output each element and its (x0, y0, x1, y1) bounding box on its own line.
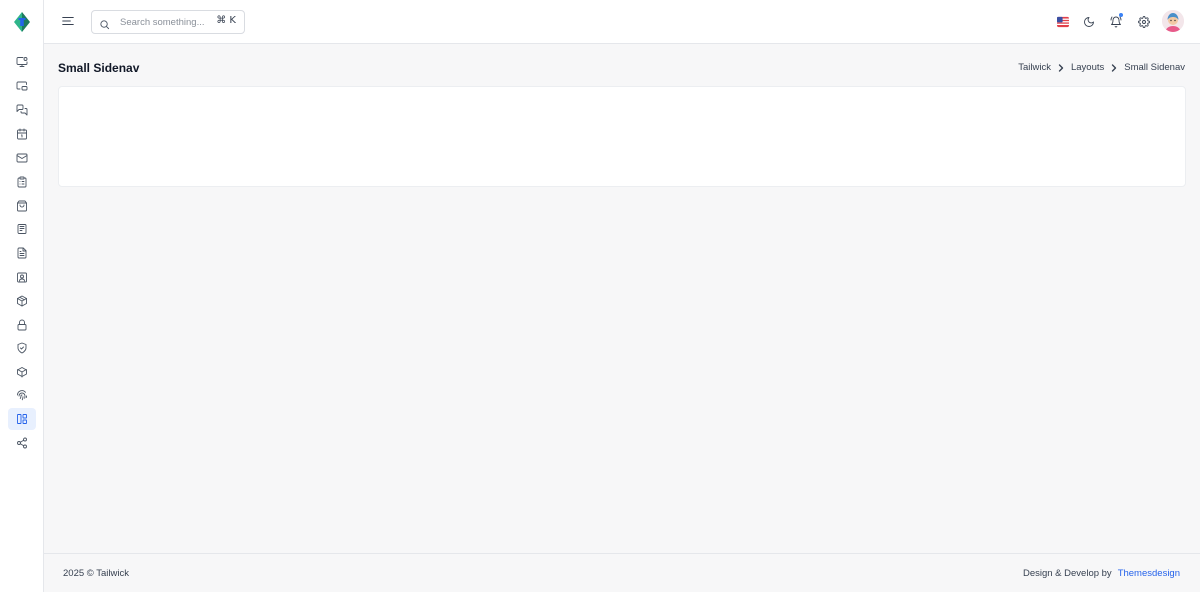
sidebar (0, 0, 44, 592)
sidebar-item-packages[interactable] (8, 361, 36, 383)
sidebar-item-pages[interactable] (8, 242, 36, 264)
contact-icon (17, 272, 27, 283)
shield-check-icon (17, 342, 27, 354)
breadcrumb-current: Small Sidenav (1124, 62, 1185, 73)
monitor-dot-icon (16, 57, 28, 67)
sidebar-item-multilevel[interactable] (8, 432, 36, 454)
picture-in-picture-icon (16, 81, 28, 91)
file-text-icon (17, 247, 27, 259)
sidebar-item-invoices[interactable] (8, 218, 36, 240)
footer-credit-text: Design & Develop by (1022, 568, 1112, 579)
sidebar-item-chat[interactable] (8, 99, 36, 121)
sidebar-item-email[interactable] (8, 147, 36, 169)
sidebar-item-tasks[interactable] (8, 171, 36, 193)
content-card (58, 86, 1186, 187)
sidebar-item-calendar[interactable] (8, 123, 36, 145)
search-icon (99, 17, 110, 30)
shopping-bag-icon (17, 200, 27, 212)
search-box: ⌘ K (91, 10, 245, 34)
footer: 2025 © Tailwick Design & Develop by Theme… (44, 553, 1200, 592)
calendar-icon (17, 128, 27, 140)
boxes-icon (17, 295, 27, 307)
chevron-right-icon (1058, 63, 1064, 72)
menu-icon (62, 16, 74, 26)
sidebar-item-authentication[interactable] (8, 314, 36, 336)
chevron-right-icon (1111, 63, 1117, 72)
moon-icon (1084, 17, 1094, 27)
us-flag-icon (1057, 16, 1069, 28)
share-icon (17, 437, 27, 449)
sidebar-item-ecommerce[interactable] (8, 195, 36, 217)
menu-toggle-button[interactable] (61, 14, 77, 30)
page-title: Small Sidenav (58, 61, 140, 75)
sidebar-item-users[interactable] (8, 266, 36, 288)
breadcrumb-item[interactable]: Layouts (1071, 62, 1104, 73)
messages-square-icon (16, 104, 28, 116)
layout-icon (17, 414, 27, 424)
footer-credit: Design & Develop by Themesdesign (1023, 568, 1180, 579)
avatar-image (1162, 10, 1184, 32)
footer-copyright: 2025 © Tailwick (63, 568, 129, 579)
theme-toggle-button[interactable] (1081, 14, 1097, 30)
newspaper-icon (17, 224, 27, 234)
breadcrumb: Tailwick Layouts Small Sidenav (1018, 62, 1185, 73)
gear-icon (1138, 16, 1150, 28)
notification-dot (1119, 13, 1123, 17)
lock-icon (17, 319, 27, 331)
clipboard-list-icon (17, 176, 27, 188)
sidebar-item-apps[interactable] (8, 75, 36, 97)
user-avatar[interactable] (1162, 10, 1184, 32)
sidebar-item-fingerprint[interactable] (8, 385, 36, 407)
logo[interactable] (13, 12, 31, 32)
topbar: ⌘ K (44, 0, 1200, 44)
fingerprint-icon (17, 390, 27, 401)
mail-icon (16, 153, 28, 163)
sidebar-item-security[interactable] (8, 337, 36, 359)
bell-ring-icon (1110, 16, 1122, 28)
search-shortcut: ⌘ K (216, 15, 236, 26)
sidebar-item-layouts[interactable] (8, 408, 36, 430)
notifications-button[interactable] (1108, 13, 1124, 30)
themesdesign-link[interactable]: Themesdesign (1118, 568, 1180, 579)
sidebar-item-components[interactable] (8, 290, 36, 312)
language-button[interactable] (1055, 14, 1071, 30)
search-input[interactable] (120, 14, 208, 30)
breadcrumb-item[interactable]: Tailwick (1018, 62, 1051, 73)
settings-button[interactable] (1136, 14, 1152, 30)
package-icon (17, 367, 27, 378)
sidebar-item-dashboards[interactable] (8, 51, 36, 73)
